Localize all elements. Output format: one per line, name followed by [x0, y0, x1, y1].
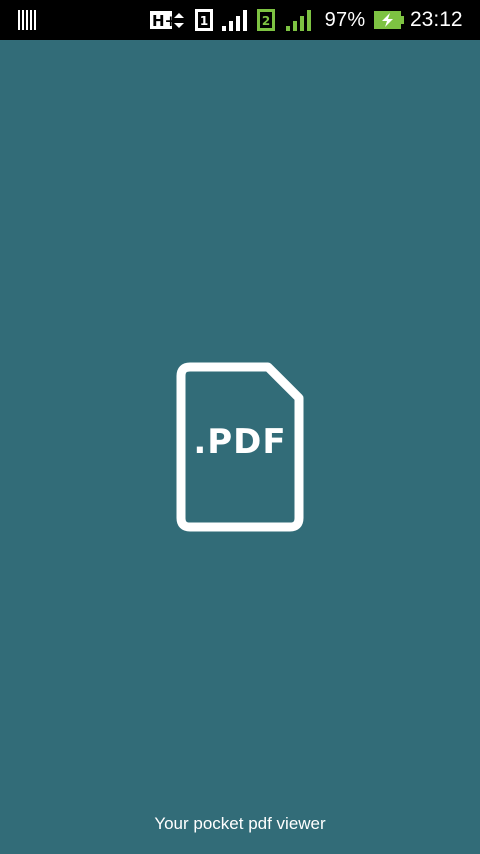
status-time: 23:12	[410, 8, 463, 31]
hplus-data-icon: H+	[150, 0, 190, 40]
pdf-file-icon: .PDF	[176, 362, 304, 532]
signal-strength-icon	[284, 0, 314, 40]
pdf-logo-text: .PDF	[193, 422, 287, 462]
network-type-label: H+	[152, 12, 177, 30]
sim1-icon: 1	[194, 0, 214, 40]
sim2-label: 2	[262, 14, 270, 28]
battery-charging-icon	[372, 0, 406, 40]
sim1-label: 1	[200, 14, 208, 28]
app-tagline: Your pocket pdf viewer	[154, 814, 326, 833]
splash-screen: .PDF Your pocket pdf viewer	[0, 40, 480, 854]
signal-strength-icon	[220, 0, 250, 40]
sim2-icon: 2	[256, 0, 276, 40]
barcode-icon	[16, 0, 38, 40]
battery-percentage: 97%	[324, 8, 366, 31]
status-bar: H+ 1 2 97% 23:12	[0, 0, 480, 40]
